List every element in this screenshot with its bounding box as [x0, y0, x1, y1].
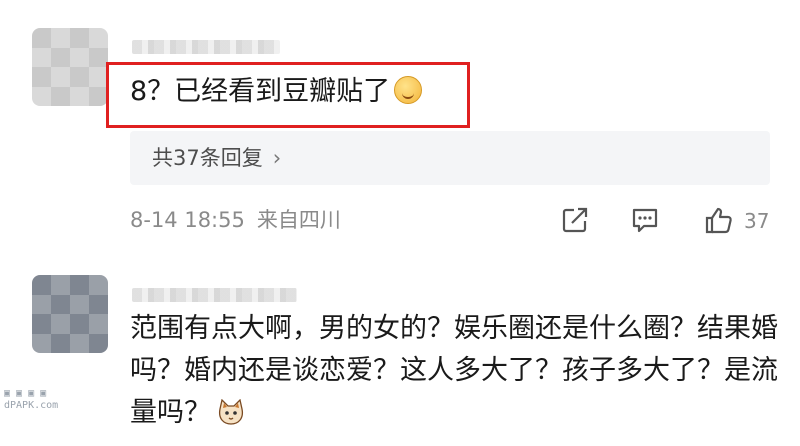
avatar-pixel [70, 275, 89, 295]
watermark-line: ▣ ▣ ▣ ▣ [4, 388, 47, 399]
like-count: 37 [744, 209, 770, 233]
avatar-pixel [70, 47, 89, 67]
chevron-right-icon: › [272, 146, 282, 170]
username-blurred[interactable] [132, 288, 297, 302]
avatar-pixel [32, 47, 51, 67]
watermark: ▣ ▣ ▣ ▣ dPAPK.com [4, 388, 58, 412]
avatar[interactable] [32, 275, 108, 353]
thumbs-up-icon [705, 207, 732, 234]
avatar-pixel [32, 275, 51, 295]
avatar-pixel [51, 314, 70, 334]
avatar-pixel [32, 28, 51, 48]
avatar-pixel [51, 275, 70, 295]
avatar-pixel [70, 86, 89, 106]
username-blurred[interactable] [132, 40, 280, 54]
comment-location: 来自四川 [256, 208, 341, 232]
avatar-pixel [51, 86, 70, 106]
comment-text-content: 8？已经看到豆瓣贴了 [130, 76, 391, 107]
watermark-line: dPAPK.com [4, 400, 59, 411]
avatar-pixel [70, 333, 89, 353]
avatar-pixel [89, 28, 108, 48]
avatar-pixel [51, 47, 70, 67]
avatar-pixel [32, 294, 51, 314]
avatar-pixel [70, 314, 89, 334]
avatar-pixel [70, 28, 89, 48]
comment-meta: 8-14 18:55 来自四川 [130, 204, 341, 236]
avatar-pixel [70, 294, 89, 314]
comment-text: 范围有点大啊，男的女的？娱乐圈还是什么圈？结果婚吗？婚内还是谈恋爱？这人多大了？… [130, 308, 780, 434]
comment-button[interactable] [630, 205, 660, 235]
share-button[interactable] [560, 205, 590, 235]
replies-panel: 共37条回复 › [130, 131, 770, 185]
avatar-pixel [89, 314, 108, 334]
cat-face-emoji-icon [218, 399, 244, 425]
avatar-pixel [51, 67, 70, 87]
avatar[interactable] [32, 28, 108, 106]
avatar-pixel [89, 275, 108, 295]
comment-text: 8？已经看到豆瓣贴了 [130, 72, 423, 112]
drooling-face-emoji-icon [394, 76, 423, 104]
avatar-pixel [32, 86, 51, 106]
view-replies-link[interactable]: 共37条回复 › [152, 143, 281, 173]
avatar-pixel [32, 67, 51, 87]
avatar-pixel [51, 28, 70, 48]
avatar-pixel [70, 67, 89, 87]
avatar-pixel [51, 294, 70, 314]
replies-label: 共37条回复 [152, 146, 263, 170]
avatar-pixel [89, 294, 108, 314]
avatar-pixel [89, 333, 108, 353]
share-icon [562, 207, 588, 233]
comment-icon [632, 208, 658, 233]
avatar-pixel [51, 333, 70, 353]
avatar-pixel [32, 333, 51, 353]
like-button[interactable] [704, 205, 734, 235]
comment-date: 8-14 18:55 [130, 208, 245, 232]
avatar-pixel [32, 314, 51, 334]
